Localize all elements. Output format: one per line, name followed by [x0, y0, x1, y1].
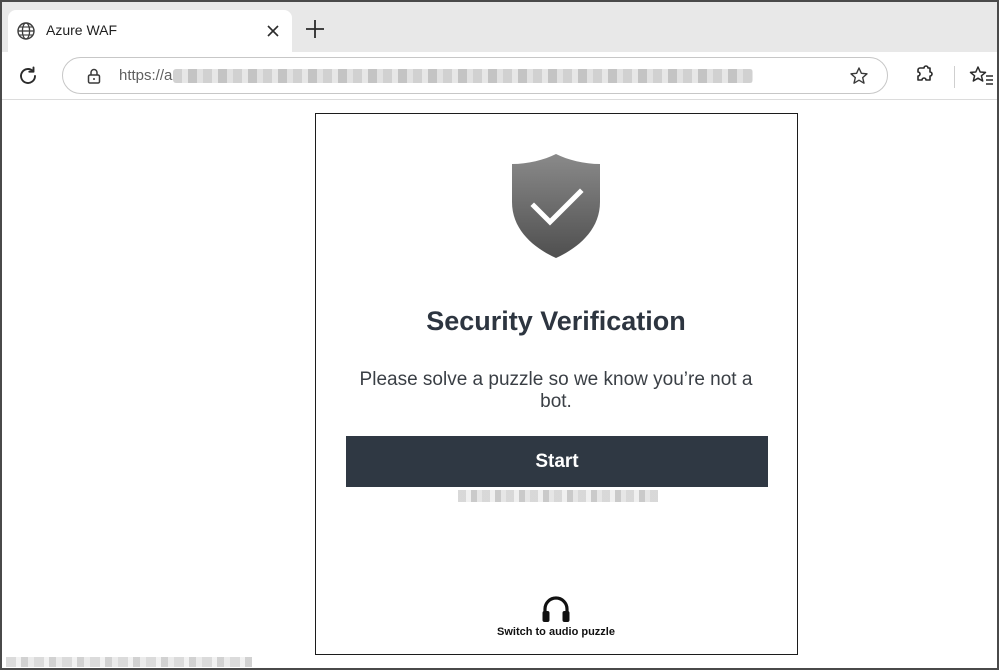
verification-card: Security Verification Please solve a puz… — [315, 113, 798, 655]
globe-icon — [17, 22, 35, 40]
verification-message: Please solve a puzzle so we know you’re … — [359, 369, 753, 412]
tab-strip: Azure WAF — [2, 2, 997, 52]
close-icon[interactable] — [263, 21, 283, 41]
url-text: https://a — [119, 67, 173, 84]
extensions-puzzle-icon[interactable] — [912, 64, 936, 88]
request-id-redacted — [458, 490, 658, 502]
browser-window: Azure WAF https://a Security Verificatio… — [0, 0, 999, 670]
tab-title: Azure WAF — [46, 22, 118, 38]
favorite-star-icon[interactable] — [849, 66, 869, 86]
favorites-icon[interactable] — [968, 64, 994, 88]
audio-puzzle-label: Switch to audio puzzle — [497, 626, 615, 638]
toolbar-separator — [954, 66, 955, 88]
url-redacted — [173, 69, 753, 83]
tab-azure-waf[interactable]: Azure WAF — [8, 10, 292, 52]
status-bar-redacted — [6, 657, 252, 667]
reload-icon[interactable] — [16, 64, 40, 88]
shield-check-icon — [512, 154, 600, 258]
address-bar[interactable]: https://a — [62, 57, 888, 94]
page-title: Security Verification — [426, 306, 686, 336]
lock-icon[interactable] — [85, 67, 103, 85]
page-content: Security Verification Please solve a puz… — [2, 100, 997, 668]
audio-puzzle-link[interactable]: Switch to audio puzzle — [466, 594, 646, 644]
headphones-icon — [542, 596, 570, 622]
new-tab-plus-icon[interactable] — [304, 18, 326, 40]
address-toolbar: https://a — [2, 52, 997, 100]
start-button[interactable]: Start — [346, 436, 768, 487]
